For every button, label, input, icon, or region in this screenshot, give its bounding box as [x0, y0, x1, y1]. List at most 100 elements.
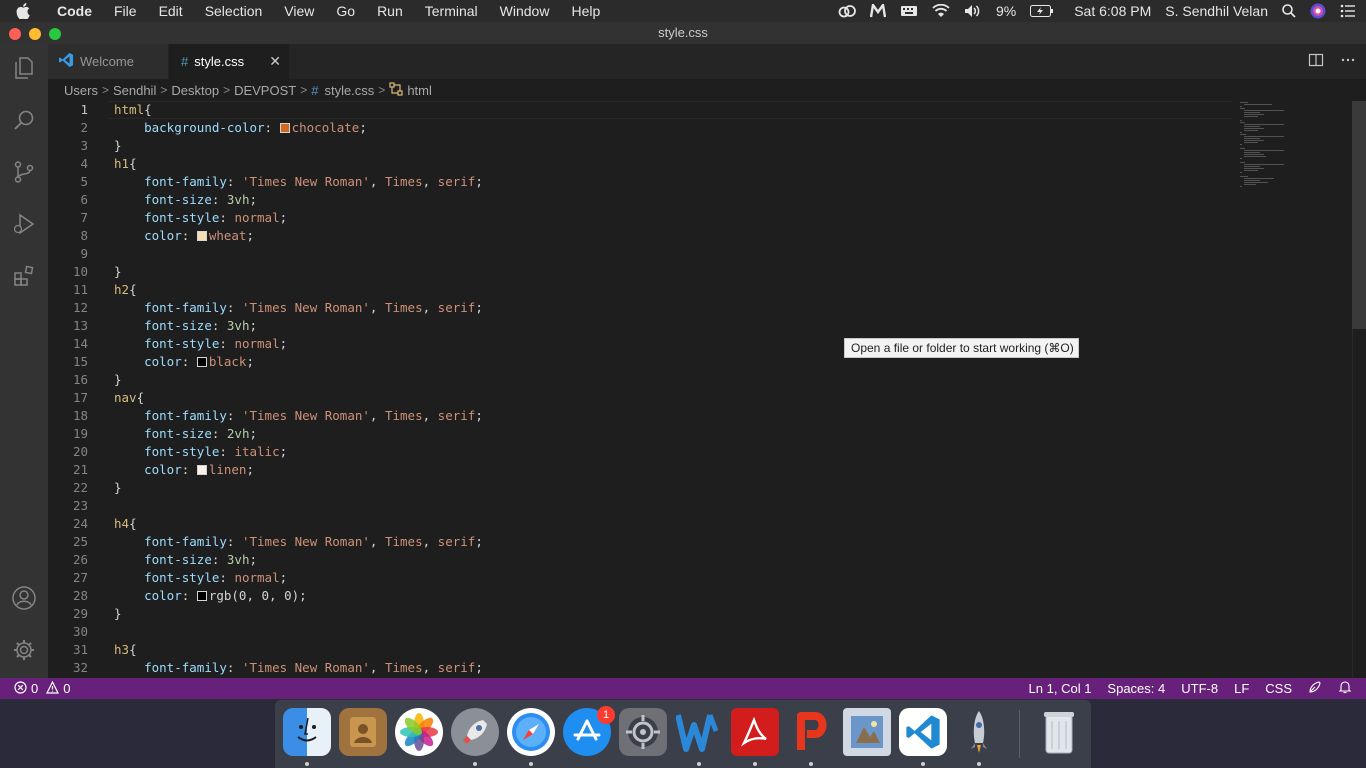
- breadcrumb-desktop[interactable]: Desktop: [171, 83, 219, 98]
- code-line[interactable]: 19 font-size: 2vh;: [48, 425, 1348, 443]
- wifi-icon[interactable]: [932, 4, 950, 18]
- indentation[interactable]: Spaces: 4: [1107, 681, 1165, 696]
- minimap[interactable]: [1240, 101, 1350, 211]
- menu-go[interactable]: Go: [325, 0, 366, 22]
- finder-icon[interactable]: [283, 708, 331, 756]
- end-of-line[interactable]: LF: [1234, 681, 1249, 696]
- search-icon[interactable]: [0, 96, 48, 144]
- breadcrumb-devpost[interactable]: DEVPOST: [234, 83, 296, 98]
- menu-run[interactable]: Run: [366, 0, 414, 22]
- tab-style-css[interactable]: # style.css ✕: [169, 44, 289, 79]
- menubar-clock[interactable]: Sat 6:08 PM: [1074, 3, 1151, 19]
- keyboard-layout-icon[interactable]: [900, 4, 918, 18]
- code-line[interactable]: 1 html{: [48, 101, 1348, 119]
- source-control-icon[interactable]: [0, 148, 48, 196]
- code-line[interactable]: 17 nav{: [48, 389, 1348, 407]
- code-line[interactable]: 9: [48, 245, 1348, 263]
- code-line[interactable]: 22}: [48, 479, 1348, 497]
- color-swatch-chocolate[interactable]: [279, 123, 290, 133]
- color-swatch-linen[interactable]: [196, 465, 207, 475]
- code-line[interactable]: 20 font-style: italic;: [48, 443, 1348, 461]
- code-line[interactable]: 5 font-family: 'Times New Roman', Times,…: [48, 173, 1348, 191]
- system-preferences-icon[interactable]: [619, 708, 667, 756]
- run-debug-icon[interactable]: [0, 200, 48, 248]
- volume-icon[interactable]: [964, 4, 982, 18]
- code-line[interactable]: 29}: [48, 605, 1348, 623]
- code-line[interactable]: 8 color: wheat;: [48, 227, 1348, 245]
- siri-icon[interactable]: [1310, 3, 1326, 19]
- notifications-bell-icon[interactable]: [1338, 680, 1352, 697]
- code-line[interactable]: 23: [48, 497, 1348, 515]
- menubar-user[interactable]: S. Sendhil Velan: [1165, 3, 1268, 19]
- vertical-scrollbar[interactable]: [1352, 101, 1366, 678]
- explorer-icon[interactable]: [0, 44, 48, 92]
- code-line[interactable]: 2 background-color: chocolate;: [48, 119, 1348, 137]
- extensions-icon[interactable]: [0, 252, 48, 300]
- code-line[interactable]: 14 font-style: normal;: [48, 335, 1348, 353]
- trash-icon[interactable]: [1035, 708, 1083, 756]
- malwarebytes-icon[interactable]: [869, 4, 886, 18]
- code-editor[interactable]: 1 html{ 2 background-color: chocolate; 3}…: [48, 101, 1366, 678]
- contacts-icon[interactable]: [339, 708, 387, 756]
- breadcrumb-symbol[interactable]: html: [389, 81, 432, 99]
- code-line[interactable]: 24 h4{: [48, 515, 1348, 533]
- code-line[interactable]: 30: [48, 623, 1348, 641]
- settings-gear-icon[interactable]: [0, 626, 48, 674]
- scrollbar-thumb[interactable]: [1352, 101, 1366, 329]
- accounts-icon[interactable]: [0, 574, 48, 622]
- code-line[interactable]: 31 h3{: [48, 641, 1348, 659]
- menu-file[interactable]: File: [103, 0, 148, 22]
- code-line[interactable]: 4 h1{: [48, 155, 1348, 173]
- apple-menu-icon[interactable]: [16, 3, 46, 19]
- code-line[interactable]: 3}: [48, 137, 1348, 155]
- code-line[interactable]: 7 font-style: normal;: [48, 209, 1348, 227]
- code-line[interactable]: 25 font-family: 'Times New Roman', Times…: [48, 533, 1348, 551]
- language-mode[interactable]: CSS: [1265, 681, 1292, 696]
- breadcrumb-sendhil[interactable]: Sendhil: [113, 83, 156, 98]
- code-line[interactable]: 21 color: linen;: [48, 461, 1348, 479]
- menu-terminal[interactable]: Terminal: [414, 0, 489, 22]
- feedback-icon[interactable]: [1308, 680, 1322, 697]
- code-line[interactable]: 18 font-family: 'Times New Roman', Times…: [48, 407, 1348, 425]
- split-editor-icon[interactable]: [1308, 52, 1324, 72]
- rocket-icon[interactable]: [955, 708, 1003, 756]
- menu-window[interactable]: Window: [489, 0, 561, 22]
- window-maximize-button[interactable]: [49, 28, 61, 40]
- color-swatch-black[interactable]: [196, 591, 207, 601]
- breadcrumb-file[interactable]: # style.css: [311, 83, 374, 98]
- code-line[interactable]: 26 font-size: 3vh;: [48, 551, 1348, 569]
- menu-view[interactable]: View: [273, 0, 325, 22]
- code-line[interactable]: 28 color: rgb(0, 0, 0);: [48, 587, 1348, 605]
- color-swatch-black[interactable]: [196, 357, 207, 367]
- code-line[interactable]: 10}: [48, 263, 1348, 281]
- code-line[interactable]: 11 h2{: [48, 281, 1348, 299]
- code-line[interactable]: 27 font-style: normal;: [48, 569, 1348, 587]
- word-icon[interactable]: [675, 708, 723, 756]
- app-menu-code[interactable]: Code: [46, 0, 103, 22]
- code-line[interactable]: 32 font-family: 'Times New Roman', Times…: [48, 659, 1348, 677]
- close-icon[interactable]: ✕: [269, 53, 281, 70]
- wps-presentation-icon[interactable]: [787, 708, 835, 756]
- menu-edit[interactable]: Edit: [148, 0, 194, 22]
- spotlight-search-icon[interactable]: [1282, 4, 1296, 18]
- breadcrumb-users[interactable]: Users: [64, 83, 98, 98]
- cursor-position[interactable]: Ln 1, Col 1: [1029, 681, 1092, 696]
- window-close-button[interactable]: [9, 28, 21, 40]
- menu-selection[interactable]: Selection: [194, 0, 274, 22]
- code-line[interactable]: 16}: [48, 371, 1348, 389]
- color-swatch-wheat[interactable]: [196, 231, 207, 241]
- creative-cloud-icon[interactable]: [838, 4, 856, 18]
- tab-welcome[interactable]: Welcome: [48, 44, 168, 79]
- notification-center-icon[interactable]: [1340, 4, 1356, 18]
- problems-indicator[interactable]: 0 0: [14, 678, 70, 699]
- safari-icon[interactable]: [507, 708, 555, 756]
- launchpad-icon[interactable]: [451, 708, 499, 756]
- code-line[interactable]: 13 font-size: 3vh;: [48, 317, 1348, 335]
- code-line[interactable]: 12 font-family: 'Times New Roman', Times…: [48, 299, 1348, 317]
- more-actions-icon[interactable]: [1340, 52, 1356, 72]
- photos-icon[interactable]: [395, 708, 443, 756]
- code-line[interactable]: 6 font-size: 3vh;: [48, 191, 1348, 209]
- code-line[interactable]: 15 color: black;: [48, 353, 1348, 371]
- battery-charging-icon[interactable]: [1030, 5, 1054, 17]
- vscode-icon[interactable]: [899, 708, 947, 756]
